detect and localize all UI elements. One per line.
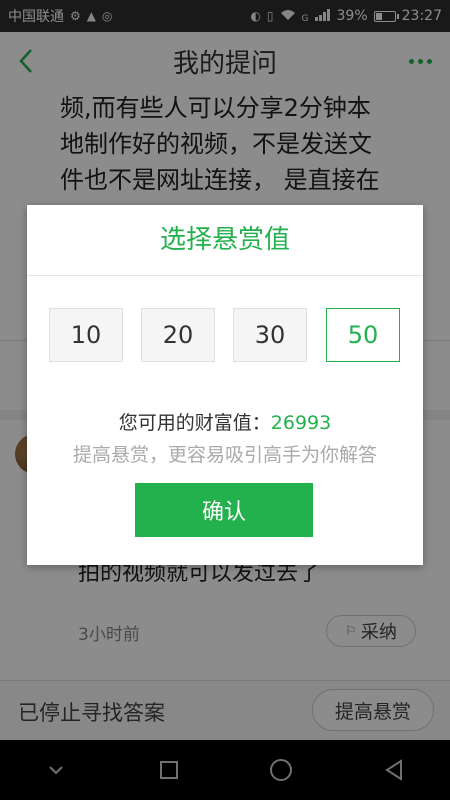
dialog-title: 选择悬赏值 xyxy=(27,205,423,276)
wealth-value: 26993 xyxy=(270,412,332,434)
wealth-line: 您可用的财富值：26993 xyxy=(27,408,423,435)
reward-option-30[interactable]: 30 xyxy=(233,308,307,362)
confirm-button[interactable]: 确认 xyxy=(135,483,313,537)
reward-option-20[interactable]: 20 xyxy=(141,308,215,362)
reward-option-10[interactable]: 10 xyxy=(49,308,123,362)
reward-dialog: 选择悬赏值 10 20 30 50 您可用的财富值：26993 提高悬赏，更容易… xyxy=(27,205,423,565)
reward-hint: 提高悬赏，更容易吸引高手为你解答 xyxy=(72,444,377,466)
wealth-label: 您可用的财富值： xyxy=(118,412,271,434)
reward-options: 10 20 30 50 xyxy=(27,308,423,362)
reward-option-50[interactable]: 50 xyxy=(326,308,400,362)
